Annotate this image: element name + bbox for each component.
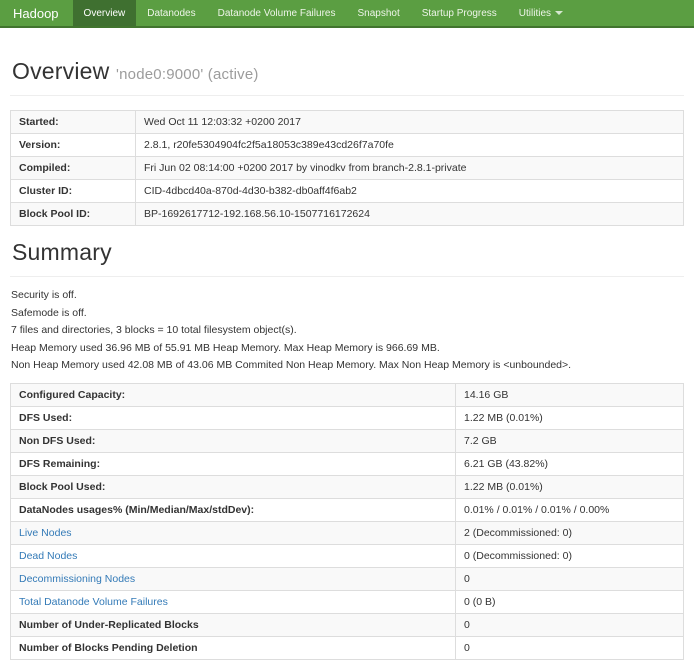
decommissioning-nodes-link[interactable]: Decommissioning Nodes (19, 573, 135, 585)
info-label: Cluster ID: (11, 180, 136, 203)
info-label: Compiled: (11, 157, 136, 180)
summary-label: Configured Capacity: (11, 383, 456, 406)
table-row: Started: Wed Oct 11 12:03:32 +0200 2017 (11, 111, 684, 134)
live-nodes-link[interactable]: Live Nodes (19, 527, 72, 539)
title-divider (10, 95, 684, 96)
summary-label: DataNodes usages% (Min/Median/Max/stdDev… (11, 498, 456, 521)
table-row: DataNodes usages% (Min/Median/Max/stdDev… (11, 498, 684, 521)
overview-info-table: Started: Wed Oct 11 12:03:32 +0200 2017 … (10, 110, 684, 226)
table-row: Version: 2.8.1, r20fe5304904fc2f5a18053c… (11, 134, 684, 157)
table-row: Cluster ID: CID-4dbcd40a-870d-4d30-b382-… (11, 180, 684, 203)
summary-label: DFS Remaining: (11, 452, 456, 475)
tab-datanodes[interactable]: Datanodes (136, 0, 206, 26)
summary-label: Non DFS Used: (11, 429, 456, 452)
tab-utilities[interactable]: Utilities (508, 0, 574, 26)
summary-title: Summary (12, 239, 684, 266)
summary-value: 1.22 MB (0.01%) (456, 475, 684, 498)
page-content: Overview 'node0:9000' (active) Started: … (0, 58, 694, 660)
table-row: Block Pool ID: BP-1692617712-192.168.56.… (11, 203, 684, 226)
table-row: Live Nodes 2 (Decommissioned: 0) (11, 521, 684, 544)
table-row: Compiled: Fri Jun 02 08:14:00 +0200 2017… (11, 157, 684, 180)
summary-value: 0 (456, 567, 684, 590)
summary-value: 7.2 GB (456, 429, 684, 452)
summary-value: 1.22 MB (0.01%) (456, 406, 684, 429)
datanode-volume-failures-link[interactable]: Total Datanode Volume Failures (19, 596, 168, 608)
info-value: 2.8.1, r20fe5304904fc2f5a18053c389e43cd2… (136, 134, 684, 157)
info-value: BP-1692617712-192.168.56.10-150771617262… (136, 203, 684, 226)
overview-title: Overview (12, 58, 109, 84)
table-row: DFS Used: 1.22 MB (0.01%) (11, 406, 684, 429)
summary-status-text: Security is off. Safemode is off. 7 file… (10, 290, 684, 371)
info-value: Wed Oct 11 12:03:32 +0200 2017 (136, 111, 684, 134)
summary-value: 0.01% / 0.01% / 0.01% / 0.00% (456, 498, 684, 521)
dead-nodes-link[interactable]: Dead Nodes (19, 550, 77, 562)
info-value: Fri Jun 02 08:14:00 +0200 2017 by vinodk… (136, 157, 684, 180)
table-row: Number of Blocks Pending Deletion 0 (11, 636, 684, 659)
safemode-status: Safemode is off. (11, 308, 684, 319)
table-row: Non DFS Used: 7.2 GB (11, 429, 684, 452)
summary-value: 6.21 GB (43.82%) (456, 452, 684, 475)
non-heap-memory-status: Non Heap Memory used 42.08 MB of 43.06 M… (11, 360, 684, 371)
info-label: Block Pool ID: (11, 203, 136, 226)
top-navbar: Hadoop Overview Datanodes Datanode Volum… (0, 0, 694, 28)
filesystem-objects-status: 7 files and directories, 3 blocks = 10 t… (11, 325, 684, 336)
table-row: Dead Nodes 0 (Decommissioned: 0) (11, 544, 684, 567)
summary-value: 0 (456, 636, 684, 659)
table-row: Decommissioning Nodes 0 (11, 567, 684, 590)
summary-table: Configured Capacity: 14.16 GB DFS Used: … (10, 383, 684, 660)
summary-value: 0 (0 B) (456, 590, 684, 613)
page-title: Overview 'node0:9000' (active) (12, 58, 684, 85)
tab-snapshot[interactable]: Snapshot (346, 0, 410, 26)
info-label: Started: (11, 111, 136, 134)
summary-label: Number of Blocks Pending Deletion (11, 636, 456, 659)
hadoop-brand[interactable]: Hadoop (0, 0, 73, 26)
summary-value: 0 (456, 613, 684, 636)
caret-down-icon (555, 11, 563, 15)
table-row: Number of Under-Replicated Blocks 0 (11, 613, 684, 636)
info-value: CID-4dbcd40a-870d-4d30-b382-db0aff4f6ab2 (136, 180, 684, 203)
summary-label: Number of Under-Replicated Blocks (11, 613, 456, 636)
heap-memory-status: Heap Memory used 36.96 MB of 55.91 MB He… (11, 343, 684, 354)
table-row: DFS Remaining: 6.21 GB (43.82%) (11, 452, 684, 475)
summary-divider (10, 276, 684, 277)
namenode-address: 'node0:9000' (active) (116, 66, 259, 83)
summary-value: 2 (Decommissioned: 0) (456, 521, 684, 544)
security-status: Security is off. (11, 290, 684, 301)
tab-overview[interactable]: Overview (73, 0, 137, 26)
table-row: Configured Capacity: 14.16 GB (11, 383, 684, 406)
info-label: Version: (11, 134, 136, 157)
summary-label: Block Pool Used: (11, 475, 456, 498)
table-row: Total Datanode Volume Failures 0 (0 B) (11, 590, 684, 613)
tab-datanode-volume-failures[interactable]: Datanode Volume Failures (207, 0, 347, 26)
summary-value: 0 (Decommissioned: 0) (456, 544, 684, 567)
summary-value: 14.16 GB (456, 383, 684, 406)
summary-label: DFS Used: (11, 406, 456, 429)
tab-utilities-label: Utilities (519, 8, 551, 19)
tab-startup-progress[interactable]: Startup Progress (411, 0, 508, 26)
table-row: Block Pool Used: 1.22 MB (0.01%) (11, 475, 684, 498)
